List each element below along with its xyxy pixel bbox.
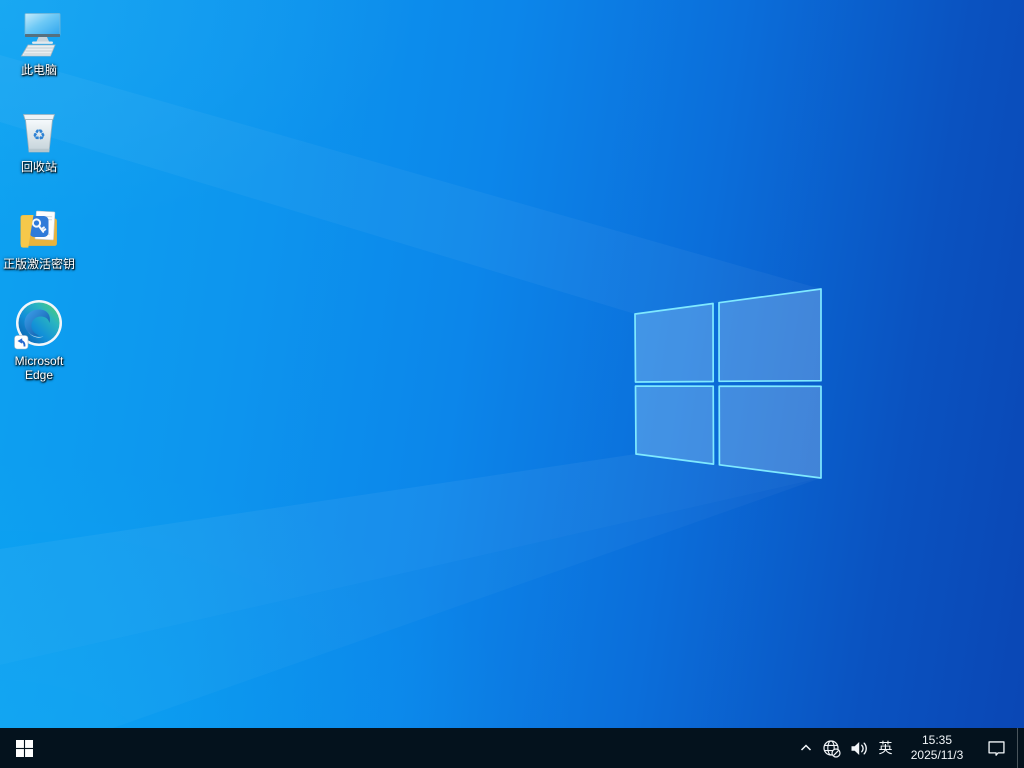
desktop-icon-label: 回收站 <box>20 160 57 174</box>
start-button[interactable] <box>0 728 48 768</box>
speaker-icon <box>851 741 867 755</box>
action-center-icon <box>987 740 1005 756</box>
desktop-icon-recycle-bin[interactable]: ♻ 回收站 <box>1 102 77 199</box>
windows-logo-panes <box>634 288 822 479</box>
svg-text:♻: ♻ <box>32 126 45 144</box>
microsoft-edge-icon <box>13 299 65 351</box>
key-folder-icon <box>13 202 65 254</box>
action-center-button[interactable] <box>975 728 1017 768</box>
desktop-icon-activation-key-folder[interactable]: 正版激活密钥 <box>1 199 77 296</box>
taskbar-empty-area <box>48 728 794 768</box>
clock-date: 2025/11/3 <box>910 748 964 762</box>
ime-indicator[interactable]: 英 <box>872 728 899 768</box>
clock[interactable]: 15:35 2025/11/3 <box>899 728 975 768</box>
desktop-icon-label: 此电脑 <box>20 63 57 77</box>
windows-logo-icon <box>15 739 33 757</box>
hidden-icons-button[interactable] <box>794 728 818 768</box>
desktop-icon-column: 此电脑 ♻ 回收站 正版激活密钥 Microsoft Edge <box>1 5 77 393</box>
shortcut-arrow-overlay <box>14 335 29 350</box>
desktop-icon-label: Microsoft Edge <box>14 354 64 382</box>
system-tray: 英 15:35 2025/11/3 <box>794 728 1024 768</box>
chevron-up-icon <box>800 744 812 751</box>
show-desktop-button[interactable] <box>1017 728 1024 768</box>
desktop-icon-microsoft-edge[interactable]: Microsoft Edge <box>1 296 77 393</box>
globe-offline-icon <box>823 739 841 758</box>
volume-button[interactable] <box>845 728 872 768</box>
taskbar: 英 15:35 2025/11/3 <box>0 728 1024 768</box>
wallpaper-windows-logo <box>0 55 822 665</box>
clock-time: 15:35 <box>921 733 953 747</box>
recycle-bin-icon: ♻ <box>13 105 65 157</box>
desktop[interactable]: 此电脑 ♻ 回收站 正版激活密钥 Microsoft Edge 英 15:35 … <box>0 0 1024 768</box>
desktop-icon-label: 正版激活密钥 <box>2 257 75 271</box>
this-pc-icon <box>13 8 65 60</box>
desktop-icon-this-pc[interactable]: 此电脑 <box>1 5 77 102</box>
network-status-button[interactable] <box>818 728 845 768</box>
